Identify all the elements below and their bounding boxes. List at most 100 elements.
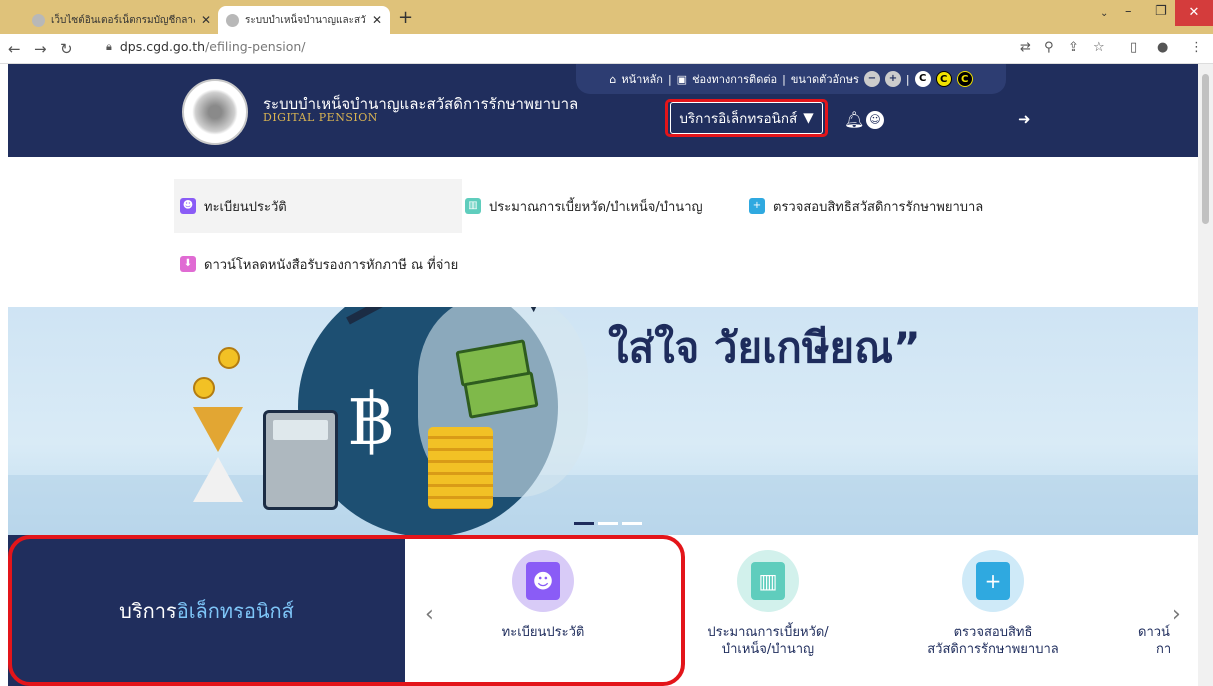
eservice-dropdown-label: บริการอิเล็กทรอนิกส์	[679, 111, 798, 127]
profile-record-icon: ☻	[180, 198, 196, 214]
skyline-decoration	[8, 475, 1198, 535]
maximize-icon[interactable]: ❐	[1155, 4, 1167, 19]
service-card-profile[interactable]: ☻ ทะเบียนประวัติ	[468, 550, 618, 641]
tab-close-icon[interactable]: ✕	[372, 13, 382, 27]
forward-icon[interactable]: →	[34, 40, 47, 58]
site-subtitle: DIGITAL PENSION	[263, 111, 378, 124]
baht-symbol-illustration: ฿	[348, 377, 394, 461]
download-icon: ⬇	[180, 256, 196, 272]
service-card-tax-certificate[interactable]: ดาวน์ กา	[1138, 550, 1198, 658]
coin-stack-illustration	[428, 427, 493, 509]
browser-tab-active[interactable]: ระบบบำเหน็จบำนาญและสวัสดิการรักษ ✕	[218, 6, 390, 34]
new-tab-icon[interactable]: +	[398, 7, 413, 28]
font-decrease-button[interactable]: −	[863, 71, 880, 87]
medical-icon: +	[749, 198, 765, 214]
carousel-prev-icon[interactable]: ‹	[425, 602, 434, 627]
lock-icon: 🔒︎	[106, 39, 112, 53]
font-size-label: ขนาดตัวอักษร	[790, 73, 859, 86]
menu-item-medical-rights[interactable]: + ตรวจสอบสิทธิสวัสดิการรักษาพยาบาล	[749, 179, 983, 233]
caret-down-icon: ▼	[803, 110, 814, 126]
contact-link[interactable]: ช่องทางการติดต่อ	[692, 70, 777, 88]
eservice-dropdown[interactable]: บริการอิเล็กทรอนิกส์ ▼	[670, 102, 823, 134]
browser-tab[interactable]: เว็บไซต์อินเตอร์เน็ตกรมบัญชีกลาง ✕	[24, 6, 219, 34]
service-card-pension-estimate[interactable]: ▥ ประมาณการเบี้ยหวัด/ บำเหน็จ/บำนาญ	[683, 550, 853, 658]
eservice-dropdown-highlight: บริการอิเล็กทรอนิกส์ ▼	[665, 99, 828, 137]
menu-item-profile[interactable]: ☻ ทะเบียนประวัติ	[174, 179, 462, 233]
home-icon[interactable]: ⌂	[609, 73, 616, 86]
eservices-heading: บริการ อิเล็กทรอนิกส์	[8, 535, 405, 686]
profile-record-icon: ☻	[526, 562, 560, 600]
cgd-logo[interactable]	[182, 79, 248, 145]
site-header: ระบบบำเหน็จบำนาญและสวัสดิการรักษาพยาบาล …	[8, 64, 1198, 157]
hero-banner: ฿ ใส่ใจ วัยเกษียณ”	[8, 307, 1198, 535]
menu-item-label: ประมาณการเบี้ยหวัด/บำเหน็จ/บำนาญ	[489, 199, 703, 215]
coin-illustration	[218, 347, 240, 369]
menu-item-label: ดาวน์โหลดหนังสือรับรองการหักภาษี ณ ที่จ่…	[204, 257, 459, 273]
menu-item-pension-estimate[interactable]: ▥ ประมาณการเบี้ยหวัด/บำเหน็จ/บำนาญ	[465, 179, 703, 233]
tab-title: เว็บไซต์อินเตอร์เน็ตกรมบัญชีกลาง	[51, 14, 195, 26]
contrast-normal-button[interactable]: C	[914, 71, 931, 87]
share-icon[interactable]: ⇪	[1068, 40, 1079, 55]
reload-icon[interactable]: ↻	[60, 40, 73, 58]
card-label: ตรวจสอบสิทธิ	[953, 625, 1033, 640]
kebab-menu-icon[interactable]: ⋮	[1190, 40, 1203, 55]
zoom-icon[interactable]: ⚲	[1044, 40, 1054, 55]
divider: |	[667, 72, 672, 86]
divider: |	[782, 72, 786, 86]
address-bar: ← → ↻ 🔒︎ dps.cgd.go.th/efiling-pension/ …	[0, 34, 1213, 64]
menu-item-tax-certificate[interactable]: ⬇ ดาวน์โหลดหนังสือรับรองการหักภาษี ณ ที่…	[180, 237, 458, 291]
tab-close-icon[interactable]: ✕	[201, 13, 211, 27]
card-label: ประมาณการเบี้ยหวัด/	[707, 625, 829, 640]
menu-item-label: ตรวจสอบสิทธิสวัสดิการรักษาพยาบาล	[773, 199, 984, 215]
banner-slogan: ใส่ใจ วัยเกษียณ”	[608, 323, 921, 372]
bell-icon[interactable]: 🔔︎	[844, 110, 864, 129]
card-label: ทะเบียนประวัติ	[501, 625, 585, 640]
card-label: สวัสดิการรักษาพยาบาล	[927, 642, 1059, 657]
minimize-icon[interactable]: –	[1125, 4, 1132, 19]
back-icon[interactable]: ←	[8, 40, 21, 58]
carousel-dot[interactable]	[598, 522, 618, 525]
page-scrollbar[interactable]	[1198, 64, 1213, 686]
favicon-icon	[226, 13, 239, 27]
contrast-black-button[interactable]: C	[956, 71, 973, 87]
scrollbar-thumb[interactable]	[1202, 74, 1209, 224]
eservices-heading-main: บริการ	[119, 598, 177, 623]
top-links: ⌂ หน้าหลัก | ▣ ช่องทางการติดต่อ | ขนาดตั…	[576, 64, 1006, 94]
tab-search-chevron-icon[interactable]: ⌄	[1100, 8, 1108, 19]
card-label: ดาวน์	[1138, 625, 1170, 640]
eservices-strip: บริการ อิเล็กทรอนิกส์ ‹ ☻ ทะเบียนประวัติ …	[8, 535, 1198, 686]
url-host: dps.cgd.go.th	[119, 39, 206, 54]
font-increase-button[interactable]: +	[884, 71, 901, 87]
carousel-next-icon[interactable]: ›	[1172, 602, 1181, 627]
calculator-illustration	[263, 410, 338, 510]
window-close-icon[interactable]: ✕	[1175, 0, 1213, 26]
chart-icon: ▥	[751, 562, 785, 600]
card-label: กา	[1156, 642, 1172, 657]
coin-illustration	[193, 377, 215, 399]
divider: |	[905, 72, 910, 86]
favicon-icon	[32, 13, 45, 27]
chart-icon: ▥	[465, 198, 481, 214]
hourglass-illustration	[193, 407, 243, 507]
carousel-dot[interactable]	[574, 522, 594, 525]
user-icon[interactable]: ☺	[866, 111, 884, 129]
translate-icon[interactable]: ⇄	[1020, 40, 1031, 55]
url-field[interactable]: 🔒︎ dps.cgd.go.th/efiling-pension/	[106, 39, 306, 54]
service-card-medical-rights[interactable]: + ตรวจสอบสิทธิ สวัสดิการรักษาพยาบาล	[908, 550, 1078, 658]
eservices-heading-accent: อิเล็กทรอนิกส์	[176, 598, 294, 623]
profile-icon[interactable]: ●	[1157, 40, 1168, 55]
contrast-yellow-button[interactable]: C	[935, 71, 952, 87]
menu-item-label: ทะเบียนประวัติ	[204, 199, 287, 215]
contact-icon[interactable]: ▣	[677, 73, 687, 86]
home-link[interactable]: หน้าหลัก	[621, 70, 663, 88]
card-label: บำเหน็จ/บำนาญ	[721, 642, 815, 657]
url-path: /efiling-pension/	[205, 39, 306, 54]
browser-tab-bar: เว็บไซต์อินเตอร์เน็ตกรมบัญชีกลาง ✕ ระบบบ…	[0, 0, 1213, 34]
logout-icon[interactable]: ➜	[1018, 110, 1031, 128]
bookmark-star-icon[interactable]: ☆	[1093, 40, 1105, 55]
eservice-menu: ☻ ทะเบียนประวัติ ▥ ประมาณการเบี้ยหวัด/บำ…	[8, 157, 1198, 307]
side-panel-icon[interactable]: ▯	[1130, 40, 1137, 55]
carousel-dot[interactable]	[622, 522, 642, 525]
tab-title: ระบบบำเหน็จบำนาญและสวัสดิการรักษ	[245, 14, 366, 26]
medical-icon: +	[976, 562, 1010, 600]
